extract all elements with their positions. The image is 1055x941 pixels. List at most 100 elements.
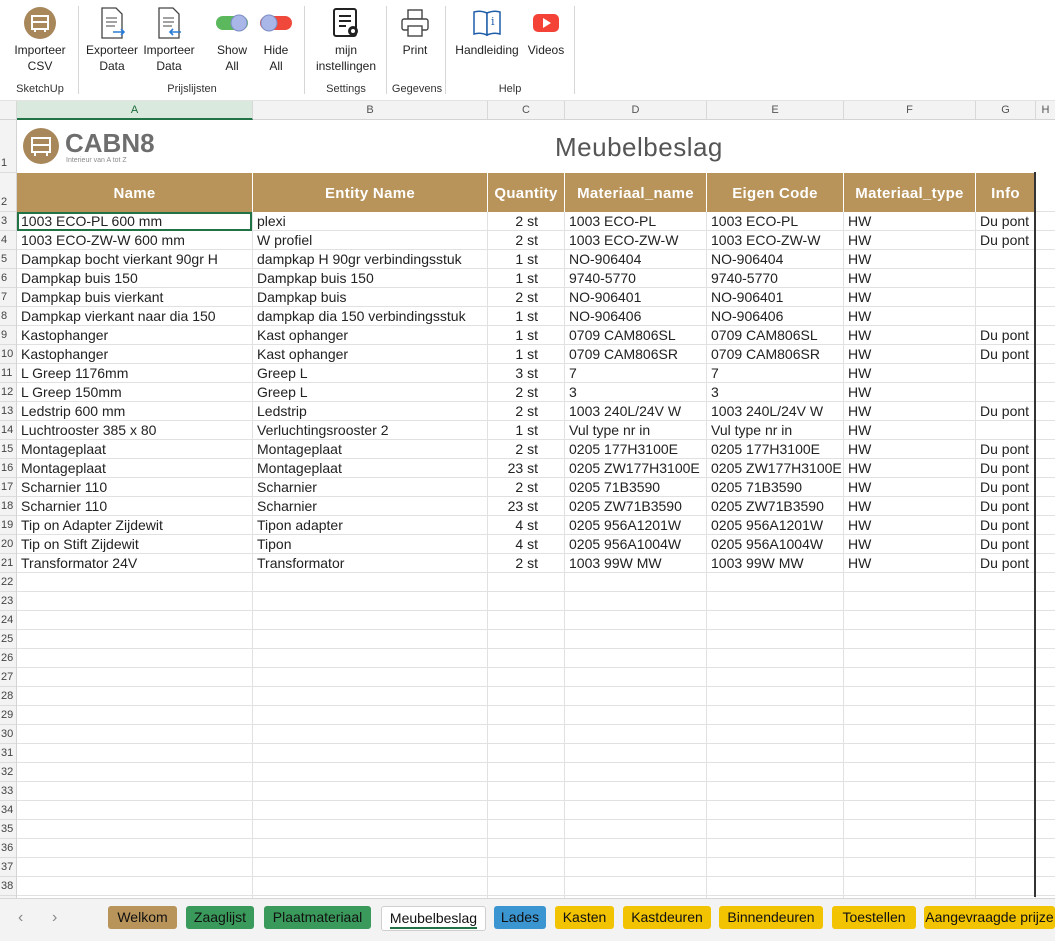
- table-cell[interactable]: 3: [565, 383, 706, 402]
- table-cell[interactable]: 9740-5770: [565, 269, 706, 288]
- table-cell[interactable]: 0205 177H3100E: [565, 440, 706, 459]
- table-cell[interactable]: Montageplaat: [17, 459, 252, 478]
- table-cell[interactable]: 0205 ZW71B3590: [565, 497, 706, 516]
- table-cell[interactable]: 1003 99W MW: [707, 554, 843, 573]
- table-cell[interactable]: 1003 ECO-ZW-W 600 mm: [17, 231, 252, 250]
- handleiding-button[interactable]: i Handleiding: [452, 4, 522, 58]
- table-cell[interactable]: 2 st: [488, 478, 564, 497]
- row-header[interactable]: 22: [0, 573, 16, 592]
- table-cell[interactable]: 23 st: [488, 459, 564, 478]
- table-cell[interactable]: Du pont: [976, 516, 1035, 535]
- row-header[interactable]: 23: [0, 592, 16, 611]
- table-cell[interactable]: 1 st: [488, 326, 564, 345]
- row-header[interactable]: 8: [0, 307, 16, 326]
- sheet-tab[interactable]: Binnendeuren: [719, 906, 823, 929]
- table-cell[interactable]: 0205 956A1201W: [707, 516, 843, 535]
- row-header[interactable]: 9: [0, 326, 16, 345]
- table-cell[interactable]: [976, 288, 1035, 307]
- row-header[interactable]: 32: [0, 763, 16, 782]
- table-cell[interactable]: 1003 ECO-PL: [565, 212, 706, 231]
- row-header[interactable]: 17: [0, 478, 16, 497]
- table-cell[interactable]: HW: [844, 345, 975, 364]
- column-header-b[interactable]: B: [253, 101, 488, 119]
- table-cell[interactable]: Luchtrooster 385 x 80: [17, 421, 252, 440]
- table-cell[interactable]: Du pont: [976, 440, 1035, 459]
- row-header[interactable]: 15: [0, 440, 16, 459]
- table-cell[interactable]: HW: [844, 535, 975, 554]
- header-entity-name[interactable]: Entity Name: [253, 173, 488, 212]
- table-cell[interactable]: 1003 ECO-PL: [707, 212, 843, 231]
- table-cell[interactable]: Tipon adapter: [253, 516, 487, 535]
- table-cell[interactable]: Du pont: [976, 402, 1035, 421]
- table-cell[interactable]: Du pont: [976, 497, 1035, 516]
- table-cell[interactable]: Ledstrip 600 mm: [17, 402, 252, 421]
- table-cell[interactable]: Montageplaat: [17, 440, 252, 459]
- table-cell[interactable]: Verluchtingsrooster 2: [253, 421, 487, 440]
- row-header[interactable]: 4: [0, 231, 16, 250]
- row-header[interactable]: 28: [0, 687, 16, 706]
- table-cell[interactable]: 7: [565, 364, 706, 383]
- table-cell[interactable]: Dampkap bocht vierkant 90gr H: [17, 250, 252, 269]
- row-header[interactable]: 13: [0, 402, 16, 421]
- table-cell[interactable]: 1003 240L/24V W: [707, 402, 843, 421]
- print-button[interactable]: Print: [394, 4, 436, 58]
- table-cell[interactable]: plexi: [253, 212, 487, 231]
- table-cell[interactable]: Du pont: [976, 535, 1035, 554]
- table-cell[interactable]: Dampkap vierkant naar dia 150: [17, 307, 252, 326]
- sheet-tab[interactable]: Zaaglijst: [186, 906, 254, 929]
- table-cell[interactable]: Scharnier: [253, 497, 487, 516]
- table-cell[interactable]: 7: [707, 364, 843, 383]
- row-header[interactable]: 25: [0, 630, 16, 649]
- hide-all-button[interactable]: Hide All: [254, 4, 298, 74]
- table-cell[interactable]: [976, 307, 1035, 326]
- row-header[interactable]: 31: [0, 744, 16, 763]
- sheet-tab[interactable]: Aangevraagde prijze: [924, 906, 1055, 929]
- videos-button[interactable]: Videos: [524, 4, 568, 58]
- row-header[interactable]: 27: [0, 668, 16, 687]
- table-cell[interactable]: HW: [844, 212, 975, 231]
- table-cell[interactable]: Transformator: [253, 554, 487, 573]
- row-header[interactable]: 2: [0, 173, 16, 212]
- table-cell[interactable]: HW: [844, 250, 975, 269]
- table-cell[interactable]: L Greep 150mm: [17, 383, 252, 402]
- header-name[interactable]: Name: [17, 173, 253, 212]
- header-materiaal-type[interactable]: Materiaal_type: [844, 173, 976, 212]
- table-cell[interactable]: HW: [844, 269, 975, 288]
- table-cell[interactable]: NO-906406: [565, 307, 706, 326]
- row-header[interactable]: 10: [0, 345, 16, 364]
- table-cell[interactable]: HW: [844, 288, 975, 307]
- table-cell[interactable]: 0205 956A1201W: [565, 516, 706, 535]
- sheet-tab[interactable]: Welkom: [108, 906, 177, 929]
- row-header[interactable]: 6: [0, 269, 16, 288]
- table-cell[interactable]: Vul type nr in: [707, 421, 843, 440]
- table-cell[interactable]: 3 st: [488, 364, 564, 383]
- table-cell[interactable]: Vul type nr in: [565, 421, 706, 440]
- table-cell[interactable]: 0709 CAM806SR: [565, 345, 706, 364]
- row-header[interactable]: 20: [0, 535, 16, 554]
- column-header-d[interactable]: D: [565, 101, 707, 119]
- table-cell[interactable]: [976, 269, 1035, 288]
- table-cell[interactable]: [976, 364, 1035, 383]
- table-cell[interactable]: 2 st: [488, 383, 564, 402]
- table-cell[interactable]: 4 st: [488, 516, 564, 535]
- table-cell[interactable]: HW: [844, 554, 975, 573]
- row-header[interactable]: 26: [0, 649, 16, 668]
- sheet-tab[interactable]: Meubelbeslag: [381, 906, 486, 931]
- table-cell[interactable]: NO-906406: [707, 307, 843, 326]
- select-all-corner[interactable]: [0, 101, 17, 119]
- table-cell[interactable]: dampkap dia 150 verbindingsstuk: [253, 307, 487, 326]
- table-cell[interactable]: 0205 956A1004W: [565, 535, 706, 554]
- mijn-instellingen-button[interactable]: mijn instellingen: [308, 4, 384, 74]
- table-cell[interactable]: HW: [844, 497, 975, 516]
- table-cell[interactable]: HW: [844, 326, 975, 345]
- table-cell[interactable]: 0205 ZW177H3100E: [707, 459, 843, 478]
- table-cell[interactable]: Du pont: [976, 554, 1035, 573]
- table-cell[interactable]: Greep L: [253, 364, 487, 383]
- prev-sheet-arrow[interactable]: ‹: [18, 909, 23, 927]
- table-cell[interactable]: 1003 99W MW: [565, 554, 706, 573]
- table-cell[interactable]: NO-906401: [707, 288, 843, 307]
- header-materiaal-name[interactable]: Materiaal_name: [565, 173, 707, 212]
- table-cell[interactable]: NO-906401: [565, 288, 706, 307]
- sheet-tab[interactable]: Lades: [494, 906, 546, 929]
- table-cell[interactable]: HW: [844, 421, 975, 440]
